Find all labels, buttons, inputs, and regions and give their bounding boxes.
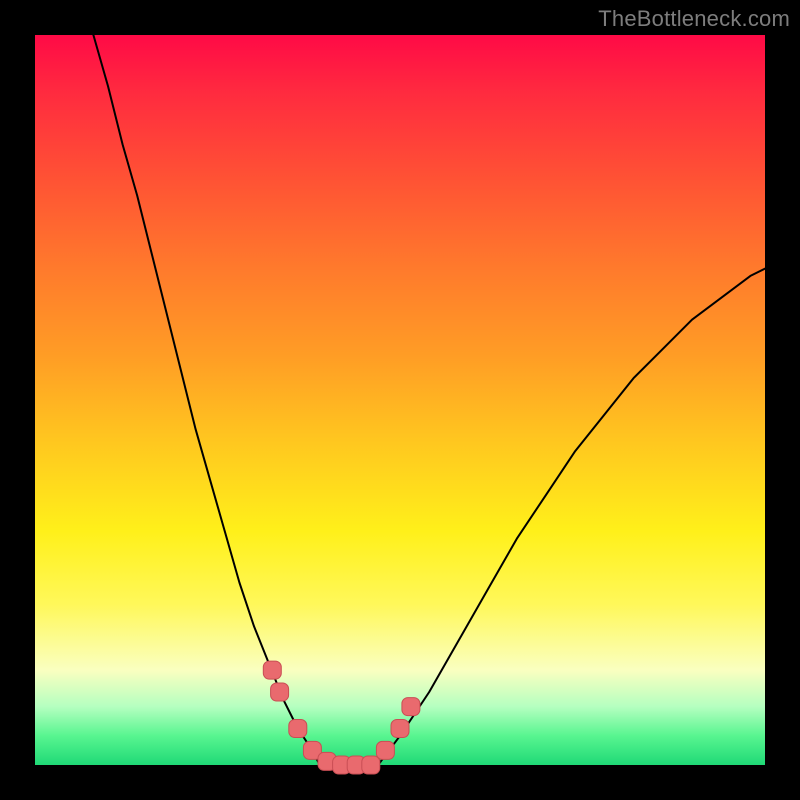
watermark-text: TheBottleneck.com [598, 6, 790, 32]
curve-marker [362, 756, 380, 774]
bottleneck-curve [93, 35, 765, 765]
curve-marker [263, 661, 281, 679]
curve-layer [35, 35, 765, 765]
marker-group [263, 661, 420, 774]
curve-marker [271, 683, 289, 701]
chart-frame: TheBottleneck.com [0, 0, 800, 800]
curve-marker [289, 720, 307, 738]
curve-marker [376, 741, 394, 759]
curve-marker [391, 720, 409, 738]
plot-area [35, 35, 765, 765]
curve-marker [402, 698, 420, 716]
